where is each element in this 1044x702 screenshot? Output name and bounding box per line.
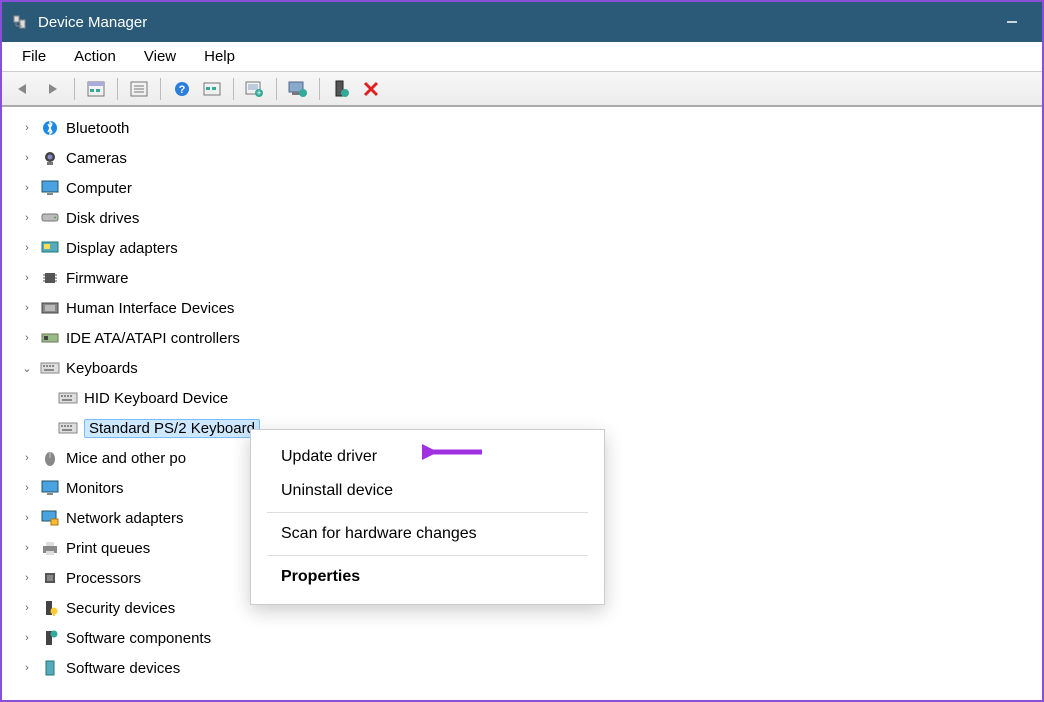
context-menu-separator [267, 512, 588, 513]
tree-node-disk-drives[interactable]: › Disk drives [20, 203, 1042, 233]
tree-node-label: Computer [66, 180, 132, 197]
back-button[interactable] [10, 76, 36, 102]
context-menu-uninstall-device[interactable]: Uninstall device [261, 474, 594, 508]
forward-button[interactable] [40, 76, 66, 102]
disable-device-button[interactable] [358, 76, 384, 102]
tree-node-label: Print queues [66, 540, 150, 557]
ide-icon [40, 330, 60, 346]
tree-node-display-adapters[interactable]: › Display adapters [20, 233, 1042, 263]
svg-text:?: ? [179, 84, 186, 96]
tree-node-hid-keyboard[interactable]: HID Keyboard Device [58, 383, 1042, 413]
tree-node-label: Monitors [66, 480, 124, 497]
svg-text:+: + [256, 88, 261, 98]
context-menu-scan-hardware[interactable]: Scan for hardware changes [261, 517, 594, 551]
tree-node-label: HID Keyboard Device [84, 390, 228, 407]
chevron-right-icon[interactable]: › [20, 631, 34, 645]
keyboard-icon [58, 390, 78, 406]
chevron-right-icon[interactable]: › [20, 151, 34, 165]
window-title: Device Manager [38, 14, 147, 31]
tree-node-bluetooth[interactable]: › Bluetooth [20, 113, 1042, 143]
tree-node-label: Software devices [66, 660, 180, 677]
chevron-right-icon[interactable]: › [20, 511, 34, 525]
chevron-right-icon[interactable]: › [20, 481, 34, 495]
context-menu-separator [267, 555, 588, 556]
tree-node-software-components[interactable]: › Software components [20, 623, 1042, 653]
software-components-icon [40, 630, 60, 646]
chevron-right-icon[interactable]: › [20, 601, 34, 615]
chip-icon [40, 270, 60, 286]
software-devices-icon [40, 660, 60, 676]
scan-hardware-button[interactable] [199, 76, 225, 102]
tree-node-software-devices[interactable]: › Software devices [20, 653, 1042, 683]
menu-action[interactable]: Action [62, 45, 128, 68]
tree-node-label: Display adapters [66, 240, 178, 257]
camera-icon [40, 150, 60, 166]
chevron-right-icon[interactable]: › [20, 661, 34, 675]
chevron-right-icon[interactable]: › [20, 211, 34, 225]
annotation-arrow [422, 442, 487, 462]
menu-view[interactable]: View [132, 45, 188, 68]
tree-node-label: Standard PS/2 Keyboard [84, 419, 260, 438]
enable-device-button[interactable] [285, 76, 311, 102]
chevron-right-icon[interactable]: › [20, 541, 34, 555]
monitor-icon [40, 180, 60, 196]
security-icon [40, 600, 60, 616]
update-driver-button[interactable]: + [242, 76, 268, 102]
display-adapter-icon [40, 240, 60, 256]
show-hide-console-tree-button[interactable] [83, 76, 109, 102]
keyboard-icon [40, 360, 60, 376]
tree-node-label: IDE ATA/ATAPI controllers [66, 330, 240, 347]
menu-help[interactable]: Help [192, 45, 247, 68]
menubar: File Action View Help [2, 42, 1042, 72]
tree-node-label: Keyboards [66, 360, 138, 377]
tree-node-label: Disk drives [66, 210, 139, 227]
device-tree[interactable]: › Bluetooth › Cameras › Computer › Disk … [2, 106, 1042, 700]
keyboard-icon [58, 420, 78, 436]
bluetooth-icon [40, 120, 60, 136]
minimize-button[interactable] [992, 7, 1032, 37]
tree-node-label: Firmware [66, 270, 129, 287]
mouse-icon [40, 450, 60, 466]
tree-node-label: Processors [66, 570, 141, 587]
context-menu-properties[interactable]: Properties [261, 560, 594, 594]
chevron-right-icon[interactable]: › [20, 571, 34, 585]
cpu-icon [40, 570, 60, 586]
uninstall-device-button[interactable] [328, 76, 354, 102]
chevron-right-icon[interactable]: › [20, 181, 34, 195]
chevron-right-icon[interactable]: › [20, 451, 34, 465]
chevron-right-icon[interactable]: › [20, 271, 34, 285]
monitor-icon [40, 480, 60, 496]
app-icon [12, 14, 28, 30]
hid-icon [40, 300, 60, 316]
tree-node-computer[interactable]: › Computer [20, 173, 1042, 203]
tree-node-label: Human Interface Devices [66, 300, 234, 317]
titlebar: Device Manager [2, 2, 1042, 42]
tree-node-label: Network adapters [66, 510, 184, 527]
tree-node-firmware[interactable]: › Firmware [20, 263, 1042, 293]
tree-node-ide[interactable]: › IDE ATA/ATAPI controllers [20, 323, 1042, 353]
properties-button[interactable] [126, 76, 152, 102]
tree-node-label: Mice and other po [66, 450, 186, 467]
chevron-down-icon[interactable]: ⌄ [20, 361, 34, 375]
tree-node-hid[interactable]: › Human Interface Devices [20, 293, 1042, 323]
help-icon[interactable]: ? [169, 76, 195, 102]
tree-node-cameras[interactable]: › Cameras [20, 143, 1042, 173]
network-icon [40, 510, 60, 526]
chevron-right-icon[interactable]: › [20, 121, 34, 135]
tree-node-keyboards[interactable]: ⌄ Keyboards [20, 353, 1042, 383]
chevron-right-icon[interactable]: › [20, 301, 34, 315]
toolbar: ? + [2, 72, 1042, 106]
tree-node-label: Bluetooth [66, 120, 129, 137]
tree-node-label: Software components [66, 630, 211, 647]
printer-icon [40, 540, 60, 556]
disk-icon [40, 210, 60, 226]
chevron-right-icon[interactable]: › [20, 331, 34, 345]
chevron-right-icon[interactable]: › [20, 241, 34, 255]
tree-node-label: Security devices [66, 600, 175, 617]
tree-node-label: Cameras [66, 150, 127, 167]
menu-file[interactable]: File [10, 45, 58, 68]
